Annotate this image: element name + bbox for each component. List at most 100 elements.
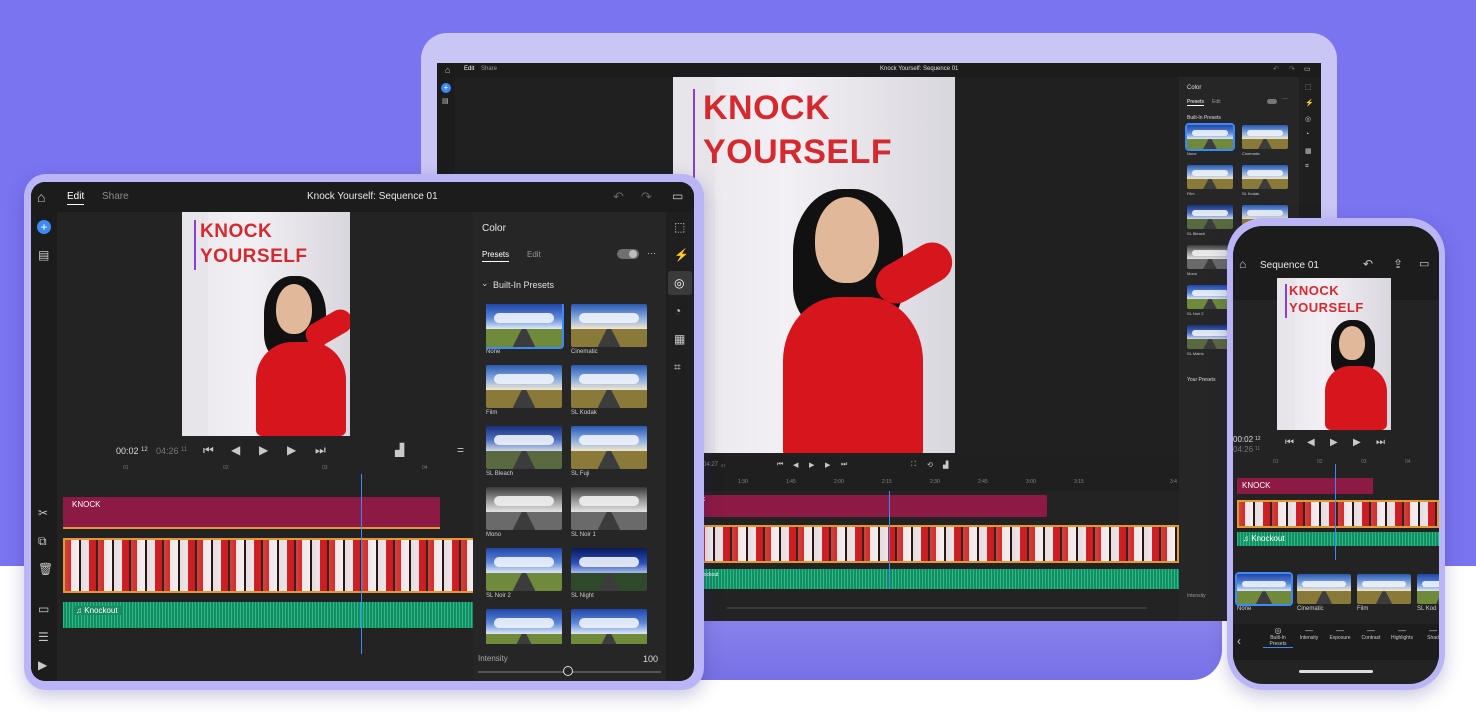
crop-icon[interactable]: ⌗	[1305, 163, 1309, 171]
preset-thumbnail[interactable]	[571, 426, 647, 469]
tab-edit[interactable]: Edit	[464, 66, 474, 72]
preset-thumbnail[interactable]	[1187, 205, 1233, 229]
playhead[interactable]	[889, 491, 890, 587]
home-icon[interactable]: ⌂	[445, 65, 450, 75]
gauge-icon[interactable]: ◔	[674, 304, 681, 318]
more-icon[interactable]: ···	[1282, 96, 1288, 102]
redo-icon[interactable]: ↷	[1289, 65, 1295, 73]
scissors-icon[interactable]: ✂	[38, 506, 48, 520]
preset-thumbnail[interactable]	[1242, 125, 1288, 149]
trash-icon[interactable]: 🗑	[38, 562, 53, 576]
color-icon[interactable]: ◎	[674, 276, 684, 290]
preset-item[interactable]: SL Kodak	[1242, 165, 1288, 196]
step-back-icon[interactable]: ◀	[793, 461, 798, 469]
playhead[interactable]	[361, 474, 362, 654]
preset-thumbnail[interactable]	[486, 365, 562, 408]
skip-end-icon[interactable]: ⏭	[841, 461, 847, 469]
preset-item[interactable]: SL Kodak	[571, 365, 647, 416]
undo-icon[interactable]: ↶	[1363, 257, 1373, 271]
toggle-switch[interactable]	[617, 249, 639, 259]
speed-icon[interactable]: ⚡	[674, 248, 689, 262]
tool-item[interactable]: — Exposure	[1325, 626, 1355, 641]
back-icon[interactable]: ‹	[1237, 634, 1241, 648]
intensity-slider-thumb[interactable]	[563, 666, 573, 676]
preset-thumbnail[interactable]	[571, 487, 647, 530]
more-icon[interactable]: ···	[647, 248, 656, 258]
add-icon[interactable]: +	[37, 220, 51, 234]
step-back-icon[interactable]: ◀	[1307, 437, 1315, 448]
play-icon[interactable]: ▶	[259, 443, 268, 457]
preset-thumbnail[interactable]	[486, 304, 564, 349]
step-forward-icon[interactable]: ▶	[825, 461, 830, 469]
tab-share[interactable]: Share	[102, 191, 129, 202]
grid-icon[interactable]: ▦	[1305, 147, 1312, 155]
shape-icon[interactable]: ⬚	[1305, 83, 1312, 91]
tool-item[interactable]: — Contrast	[1356, 626, 1386, 641]
preset-thumbnail[interactable]	[1235, 572, 1293, 606]
fit-icon[interactable]: ⛶	[911, 461, 916, 469]
playhead[interactable]	[1335, 464, 1336, 560]
step-back-icon[interactable]: ◀	[231, 443, 240, 457]
preset-thumbnail[interactable]	[1185, 123, 1235, 151]
grid-icon[interactable]: ▦	[674, 332, 685, 346]
preset-thumbnail[interactable]	[571, 548, 647, 591]
preset-item[interactable]: SL Noir 2	[486, 548, 562, 599]
add-icon[interactable]: +	[441, 83, 451, 93]
loop-icon[interactable]: ⟲	[927, 461, 933, 469]
laptop-video-clip[interactable]	[697, 525, 1179, 563]
preset-item[interactable]: SL Bleach	[1187, 205, 1233, 236]
drag-handle-icon[interactable]: =	[457, 443, 464, 457]
preset-thumbnail[interactable]	[1187, 165, 1233, 189]
preset-item[interactable]: SL Kod	[1417, 574, 1439, 612]
preset-thumbnail[interactable]	[571, 365, 647, 408]
gauge-icon[interactable]: ◔	[1305, 131, 1309, 138]
play-icon[interactable]: ▶	[1330, 437, 1338, 448]
home-icon[interactable]: ⌂	[37, 189, 45, 205]
laptop-title-clip[interactable]: K	[697, 495, 1047, 517]
preset-item[interactable]	[571, 609, 647, 644]
preset-item[interactable]: None	[486, 304, 564, 355]
tab-presets[interactable]: Presets	[482, 250, 510, 262]
tab-edit[interactable]: Edit	[1212, 99, 1221, 105]
share-icon[interactable]: ⇪	[1393, 257, 1403, 271]
tablet-title-clip[interactable]: KNOCK	[63, 497, 440, 529]
redo-icon[interactable]: ↷	[641, 189, 652, 205]
speed-icon[interactable]: ⚡	[1305, 99, 1314, 107]
crop-icon[interactable]: ⌗	[674, 360, 681, 375]
preset-item[interactable]: Cinematic	[1297, 574, 1351, 612]
phone-audio-clip[interactable]: ♫ Knockout	[1237, 532, 1439, 546]
preset-thumbnail[interactable]	[486, 426, 562, 469]
list-icon[interactable]: ☰	[38, 630, 49, 644]
preset-item[interactable]: SL Night	[571, 548, 647, 599]
media-icon[interactable]: ▤	[442, 97, 449, 105]
preset-item[interactable]: Mono	[486, 487, 562, 538]
feedback-icon[interactable]: ▭	[672, 189, 683, 203]
undo-icon[interactable]: ↶	[613, 189, 624, 205]
tab-share[interactable]: Share	[481, 66, 497, 72]
preset-thumbnail[interactable]	[1357, 574, 1411, 604]
step-forward-icon[interactable]: ▶	[287, 443, 296, 457]
feedback-icon[interactable]: ▭	[1304, 65, 1311, 73]
laptop-audio-clip[interactable]: nockout	[697, 569, 1179, 589]
preset-thumbnail[interactable]	[486, 548, 562, 591]
color-icon[interactable]: ◎	[1305, 115, 1311, 123]
tool-item[interactable]: ◎ Built-In Presets	[1263, 626, 1293, 648]
add-media-icon[interactable]: ▶	[38, 658, 47, 672]
fullscreen-icon[interactable]: ▟	[395, 443, 404, 457]
toggle-switch[interactable]	[1267, 99, 1277, 104]
preset-thumbnail[interactable]	[486, 487, 562, 530]
skip-start-icon[interactable]: ⏮	[777, 461, 783, 469]
feedback-icon[interactable]: ▭	[1419, 257, 1429, 270]
shape-icon[interactable]: ⬚	[674, 220, 685, 234]
preset-item[interactable]: None	[1235, 572, 1293, 612]
skip-end-icon[interactable]: ⏭	[1376, 437, 1385, 448]
preset-thumbnail[interactable]	[1297, 574, 1351, 604]
preset-item[interactable]	[486, 609, 562, 644]
skip-start-icon[interactable]: ⏮	[1285, 437, 1294, 448]
tab-edit[interactable]: Edit	[67, 191, 85, 205]
tool-item[interactable]: — Highlights	[1387, 626, 1417, 641]
fullscreen-icon[interactable]: ▟	[943, 461, 948, 469]
preset-thumbnail[interactable]	[571, 304, 647, 347]
tablet-audio-clip[interactable]: ♫ Knockout	[63, 602, 475, 628]
media-bin-icon[interactable]: ▤	[38, 248, 49, 262]
